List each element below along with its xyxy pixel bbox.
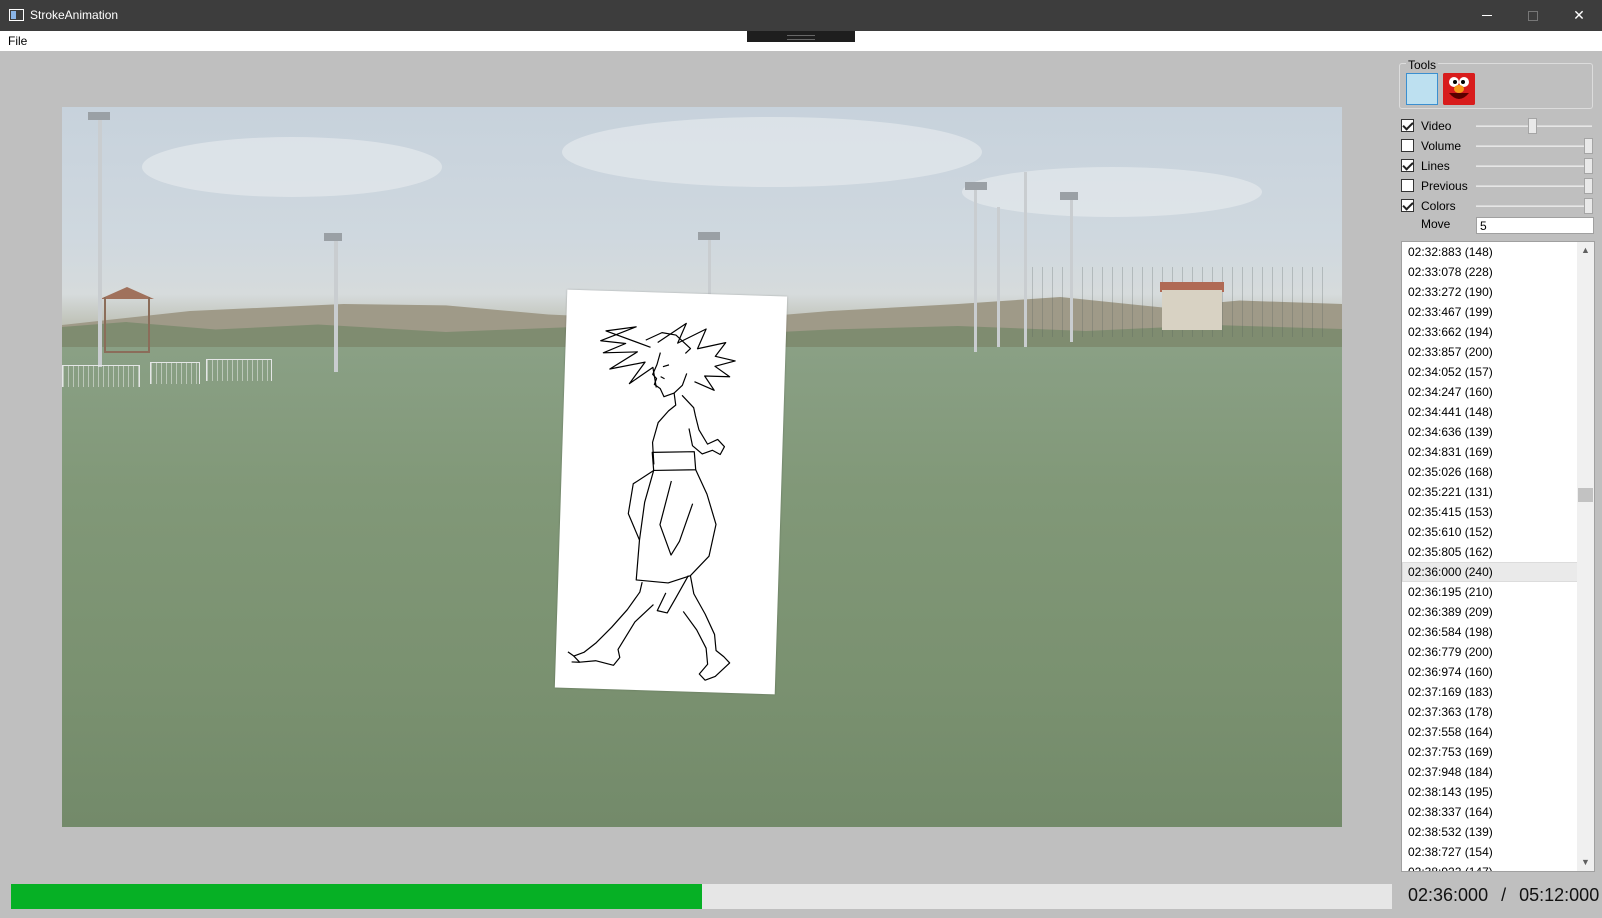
frame-list-item[interactable]: 02:38:337 (164) bbox=[1402, 802, 1578, 822]
colors-label: Colors bbox=[1421, 199, 1456, 213]
frame-list-item[interactable]: 02:34:052 (157) bbox=[1402, 362, 1578, 382]
frame-list-item[interactable]: 02:33:467 (199) bbox=[1402, 302, 1578, 322]
previous-slider-thumb[interactable] bbox=[1584, 178, 1593, 194]
lines-checkbox[interactable] bbox=[1401, 159, 1414, 172]
frame-list-item[interactable]: 02:37:558 (164) bbox=[1402, 722, 1578, 742]
frame-list-item[interactable]: 02:36:000 (240) bbox=[1402, 562, 1578, 582]
progress-fill bbox=[11, 884, 702, 909]
playback-progress-bar[interactable] bbox=[11, 884, 1392, 909]
frame-list-item[interactable]: 02:37:753 (169) bbox=[1402, 742, 1578, 762]
scroll-thumb[interactable] bbox=[1578, 488, 1593, 502]
frame-list-item[interactable]: 02:35:610 (152) bbox=[1402, 522, 1578, 542]
close-icon: ✕ bbox=[1573, 7, 1585, 23]
option-colors: Colors bbox=[1401, 197, 1596, 215]
brush-tool-button[interactable] bbox=[1406, 73, 1438, 105]
frame-list-item[interactable]: 02:36:584 (198) bbox=[1402, 622, 1578, 642]
frame-list-item[interactable]: 02:34:831 (169) bbox=[1402, 442, 1578, 462]
frame-list-item[interactable]: 02:35:026 (168) bbox=[1402, 462, 1578, 482]
colors-checkbox[interactable] bbox=[1401, 199, 1414, 212]
minimize-icon bbox=[1482, 15, 1492, 16]
frame-list-item[interactable]: 02:37:363 (178) bbox=[1402, 702, 1578, 722]
app-icon bbox=[9, 9, 24, 21]
title-bar: StrokeAnimation ✕ bbox=[0, 0, 1602, 31]
option-previous: Previous bbox=[1401, 177, 1596, 195]
frame-list-item[interactable]: 02:34:636 (139) bbox=[1402, 422, 1578, 442]
volume-slider[interactable] bbox=[1476, 145, 1592, 147]
total-time: 05:12:000 bbox=[1519, 885, 1600, 905]
frame-list-item[interactable]: 02:32:883 (148) bbox=[1402, 242, 1578, 262]
drag-handle[interactable] bbox=[747, 31, 855, 42]
video-label: Video bbox=[1421, 119, 1452, 133]
frame-list-item[interactable]: 02:35:221 (131) bbox=[1402, 482, 1578, 502]
maximize-button[interactable] bbox=[1510, 0, 1556, 31]
previous-checkbox[interactable] bbox=[1401, 179, 1414, 192]
move-input[interactable] bbox=[1476, 217, 1594, 234]
lines-slider[interactable] bbox=[1476, 165, 1592, 167]
frame-list-item[interactable]: 02:33:857 (200) bbox=[1402, 342, 1578, 362]
frame-list[interactable]: 02:32:883 (148) 02:33:078 (228) 02:33:272 … bbox=[1401, 241, 1595, 872]
frame-list-item[interactable]: 02:38:922 (147) bbox=[1402, 862, 1578, 871]
option-video: Video bbox=[1401, 117, 1596, 135]
colors-slider[interactable] bbox=[1476, 205, 1592, 207]
volume-checkbox[interactable] bbox=[1401, 139, 1414, 152]
time-readout: 02:36:000 / 05:12:000 bbox=[1404, 885, 1602, 906]
frame-list-item[interactable]: 02:38:143 (195) bbox=[1402, 782, 1578, 802]
frame-list-scrollbar[interactable]: ▲ ▼ bbox=[1577, 242, 1594, 871]
tools-label: Tools bbox=[1406, 58, 1439, 72]
frame-list-item[interactable]: 02:38:727 (154) bbox=[1402, 842, 1578, 862]
previous-slider[interactable] bbox=[1476, 185, 1592, 187]
elmo-icon bbox=[1443, 73, 1475, 105]
stroke-drawing-card[interactable] bbox=[554, 289, 788, 695]
frame-list-item[interactable]: 02:37:169 (183) bbox=[1402, 682, 1578, 702]
colors-slider-thumb[interactable] bbox=[1584, 198, 1593, 214]
frame-list-item[interactable]: 02:34:441 (148) bbox=[1402, 402, 1578, 422]
volume-label: Volume bbox=[1421, 139, 1462, 153]
frame-list-item[interactable]: 02:34:247 (160) bbox=[1402, 382, 1578, 402]
frame-list-item[interactable]: 02:33:272 (190) bbox=[1402, 282, 1578, 302]
frame-list-item[interactable]: 02:36:389 (209) bbox=[1402, 602, 1578, 622]
video-checkbox[interactable] bbox=[1401, 119, 1414, 132]
frame-list-item[interactable]: 02:38:532 (139) bbox=[1402, 822, 1578, 842]
volume-slider-thumb[interactable] bbox=[1584, 138, 1593, 154]
close-button[interactable]: ✕ bbox=[1556, 0, 1602, 31]
frame-list-item[interactable]: 02:37:948 (184) bbox=[1402, 762, 1578, 782]
move-label: Move bbox=[1421, 217, 1451, 231]
frame-list-item[interactable]: 02:36:195 (210) bbox=[1402, 582, 1578, 602]
time-separator: / bbox=[1501, 885, 1507, 905]
video-slider-thumb[interactable] bbox=[1528, 118, 1537, 134]
elmo-tool-button[interactable] bbox=[1443, 73, 1475, 105]
minimize-button[interactable] bbox=[1464, 0, 1510, 31]
lines-slider-thumb[interactable] bbox=[1584, 158, 1593, 174]
frame-list-item[interactable]: 02:33:662 (194) bbox=[1402, 322, 1578, 342]
previous-label: Previous bbox=[1421, 179, 1468, 193]
frame-list-item[interactable]: 02:35:805 (162) bbox=[1402, 542, 1578, 562]
scroll-up-icon[interactable]: ▲ bbox=[1577, 242, 1594, 259]
current-time: 02:36:000 bbox=[1408, 885, 1489, 905]
stroke-drawing bbox=[567, 322, 736, 681]
option-volume: Volume bbox=[1401, 137, 1596, 155]
lines-label: Lines bbox=[1421, 159, 1450, 173]
scroll-down-icon[interactable]: ▼ bbox=[1577, 854, 1594, 871]
option-lines: Lines bbox=[1401, 157, 1596, 175]
frame-list-item[interactable]: 02:36:779 (200) bbox=[1402, 642, 1578, 662]
menu-file[interactable]: File bbox=[8, 34, 27, 48]
frame-list-item[interactable]: 02:36:974 (160) bbox=[1402, 662, 1578, 682]
frame-list-item[interactable]: 02:33:078 (228) bbox=[1402, 262, 1578, 282]
frame-list-items: 02:32:883 (148) 02:33:078 (228) 02:33:272 … bbox=[1402, 242, 1578, 871]
frame-list-item[interactable]: 02:35:415 (153) bbox=[1402, 502, 1578, 522]
window-title: StrokeAnimation bbox=[30, 8, 119, 22]
maximize-icon bbox=[1528, 10, 1538, 21]
